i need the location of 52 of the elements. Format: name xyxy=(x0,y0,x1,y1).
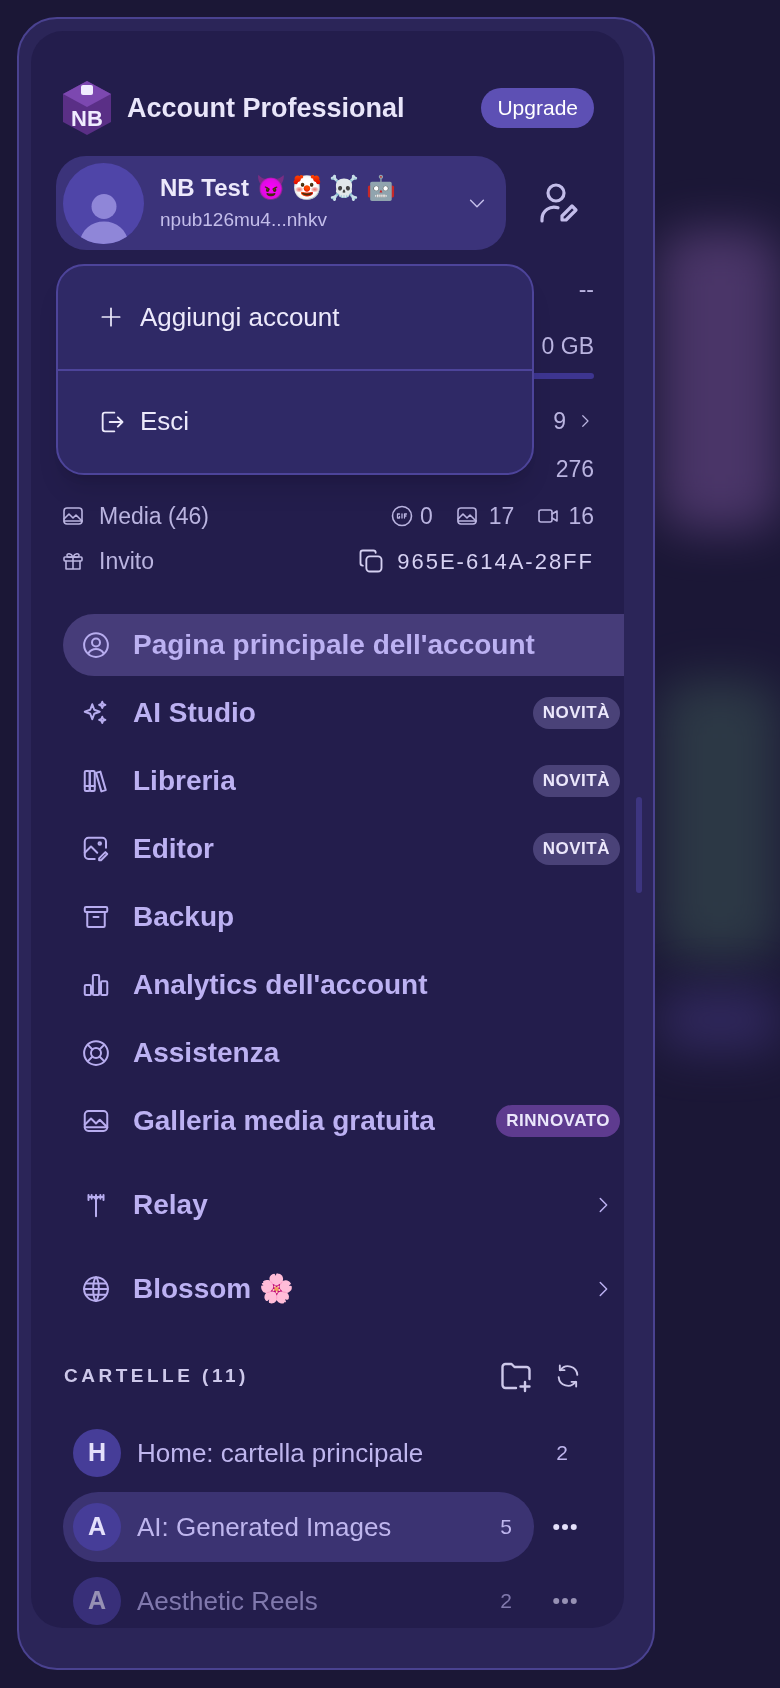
menu-item[interactable]: Esci xyxy=(58,370,532,473)
gif-count: 0 xyxy=(420,501,433,531)
badge: NOVITÀ xyxy=(532,833,620,865)
folder-count: 2 xyxy=(556,1440,568,1467)
folder-item[interactable]: A Aesthetic Reels 2 xyxy=(63,1566,534,1628)
user-circle-icon xyxy=(81,630,111,660)
folder-initial: H xyxy=(73,1429,121,1477)
nav-item[interactable]: Backup xyxy=(63,886,624,948)
media-label: Media (46) xyxy=(99,501,210,531)
nav-item[interactable]: Relay xyxy=(63,1174,624,1236)
gif-icon xyxy=(390,504,414,528)
folder-initial: A xyxy=(73,1503,121,1551)
nav-item[interactable]: AI Studio NOVITÀ xyxy=(63,682,624,744)
nav-item[interactable]: Blossom 🌸 xyxy=(63,1258,624,1320)
folder-count: 2 xyxy=(500,1588,512,1615)
nav-item[interactable]: Galleria media gratuita RINNOVATO xyxy=(63,1090,624,1152)
account-npub: npub126mu4...nhkv xyxy=(160,208,328,232)
invite-label: Invito xyxy=(99,546,155,576)
badge: NOVITÀ xyxy=(532,697,620,729)
nav-item[interactable]: Editor NOVITÀ xyxy=(63,818,624,880)
image-icon xyxy=(61,504,85,528)
logo: NB xyxy=(61,79,113,137)
nav-item[interactable]: Assistenza xyxy=(63,1022,624,1084)
folder-name: AI: Generated Images xyxy=(137,1510,393,1544)
folder-item[interactable]: A AI: Generated Images 5 xyxy=(63,1492,534,1562)
badge: RINNOVATO xyxy=(496,1105,620,1137)
image-count: 17 xyxy=(488,501,515,531)
folder-initial: A xyxy=(73,1577,121,1625)
globe-icon xyxy=(81,1274,111,1304)
nav-item[interactable]: Analytics dell'account xyxy=(63,954,624,1016)
folder-name: Home: cartella principale xyxy=(137,1436,425,1470)
nav-item[interactable]: Pagina principale dell'account xyxy=(63,614,624,676)
header-title: Account Professional xyxy=(127,91,406,125)
image-pencil-icon xyxy=(81,834,111,864)
folder-name: Aesthetic Reels xyxy=(137,1584,319,1618)
upgrade-button[interactable]: Upgrade xyxy=(481,88,594,128)
menu-item[interactable]: Aggiungi account xyxy=(58,266,532,369)
image-icon xyxy=(454,504,479,528)
badge: NOVITÀ xyxy=(532,765,620,797)
account-name: NB Test 😈 🤡 ☠ 🤖 xyxy=(160,173,397,203)
storage-value: 0 GB xyxy=(541,331,594,361)
days-value: 276 xyxy=(555,454,594,484)
scrollbar[interactable] xyxy=(636,797,642,893)
stat-value: 9 xyxy=(553,406,566,436)
account-card[interactable]: NB Test 😈 🤡 ☠ 🤖 npub126mu4...nhkv xyxy=(56,156,506,250)
lifebuoy-icon xyxy=(81,1038,111,1068)
folders-title: CARTELLE (11) xyxy=(64,1363,250,1388)
folder-count: 5 xyxy=(500,1514,512,1541)
stat-value: -- xyxy=(578,274,594,304)
nav-item[interactable]: Libreria NOVITÀ xyxy=(63,750,624,812)
video-count: 16 xyxy=(568,501,594,531)
invite-code: 965E-614A-28FF xyxy=(397,547,594,576)
